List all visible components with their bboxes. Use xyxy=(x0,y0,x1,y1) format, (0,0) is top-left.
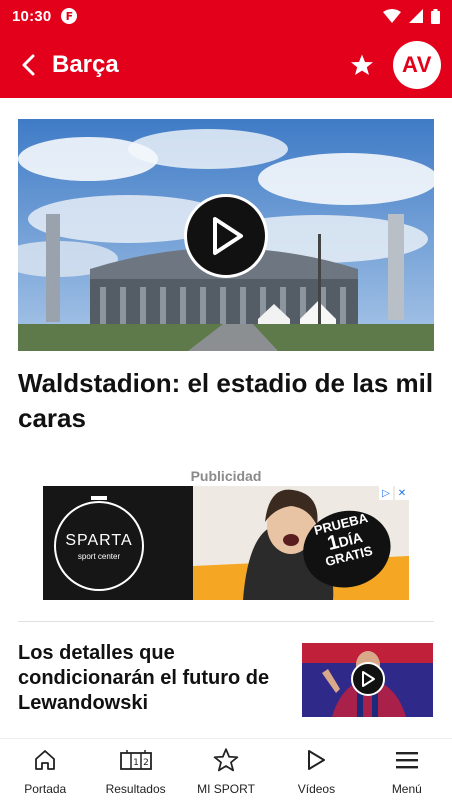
nav-videos[interactable]: Vídeos xyxy=(271,739,361,800)
ad-brand-name: SPARTA xyxy=(65,532,133,549)
play-icon xyxy=(213,217,243,255)
nav-label: Resultados xyxy=(105,782,166,796)
news-feed[interactable]: Waldstadion: el estadio de las mil caras… xyxy=(0,98,452,738)
home-icon xyxy=(35,750,56,770)
ad-banner[interactable]: SPARTA sport center PRUEBA 1DÍA GRATIS ▷… xyxy=(43,486,409,600)
second-article-headline[interactable]: Los detalles que condicionarán el futuro… xyxy=(18,641,288,716)
bottom-navigation: Portada 12 Resultados MI SPORT Vídeos Me… xyxy=(0,738,452,800)
ad-choices[interactable]: ▷ ✕ xyxy=(379,486,409,500)
back-button[interactable] xyxy=(0,32,56,98)
nav-mi-sport[interactable]: MI SPORT xyxy=(181,739,271,800)
nav-label: Portada xyxy=(24,782,67,796)
status-bar: 10:30 F xyxy=(0,0,452,32)
nav-label: MI SPORT xyxy=(197,782,255,796)
divider xyxy=(18,621,434,622)
ad-label: Publicidad xyxy=(190,468,262,484)
ad-brand-sub: sport center xyxy=(77,552,121,561)
svg-text:2: 2 xyxy=(143,758,149,768)
avatar-initials: AV xyxy=(402,52,432,77)
star-outline-icon xyxy=(213,748,239,772)
second-article-thumbnail[interactable] xyxy=(302,643,433,717)
nav-portada[interactable]: Portada xyxy=(0,739,90,800)
nav-label: Menú xyxy=(391,782,422,796)
play-icon xyxy=(362,671,375,687)
menu-icon xyxy=(395,752,418,769)
battery-icon xyxy=(431,8,440,24)
ad-info-icon[interactable]: ▷ xyxy=(379,486,393,500)
nav-resultados[interactable]: 12 Resultados xyxy=(90,739,180,800)
app-bar: Barça AV xyxy=(0,32,452,98)
play-video-button-small[interactable] xyxy=(351,662,385,696)
wifi-icon xyxy=(383,9,401,23)
nav-label: Vídeos xyxy=(297,782,336,796)
status-time: 10:30 xyxy=(12,7,52,25)
app-badge-letter: F xyxy=(65,9,74,23)
avatar[interactable]: AV xyxy=(393,41,441,89)
favorite-button[interactable] xyxy=(346,49,378,81)
page-title: Barça xyxy=(52,51,119,78)
lead-article-headline[interactable]: Waldstadion: el estadio de las mil caras xyxy=(18,366,438,436)
svg-text:1: 1 xyxy=(133,758,139,768)
ad-close-icon[interactable]: ✕ xyxy=(395,486,409,500)
star-icon xyxy=(351,54,373,75)
play-icon xyxy=(308,750,326,770)
nav-menu[interactable]: Menú xyxy=(362,739,452,800)
play-video-button[interactable] xyxy=(184,194,268,278)
chevron-left-icon xyxy=(22,54,35,76)
app-notification-icon: F xyxy=(61,8,78,24)
scoreboard-icon: 12 xyxy=(119,750,152,770)
signal-icon xyxy=(409,9,423,23)
lead-article-video[interactable] xyxy=(18,119,434,351)
